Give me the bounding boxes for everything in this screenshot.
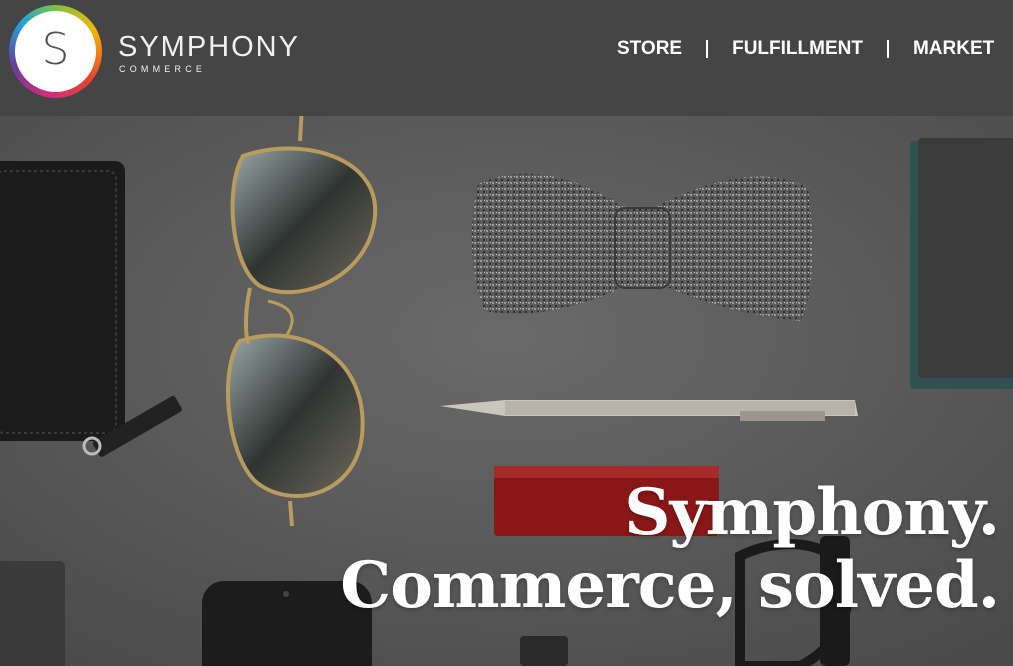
brand-wordmark[interactable]: SYMPHONY COMMERCE (118, 31, 300, 75)
hero-banner: Symphony. Commerce, solved. (0, 116, 1013, 666)
symphony-logo[interactable]: S (9, 5, 102, 98)
hero-headline-line1: Symphony. (624, 475, 1000, 550)
logo-letter: S (41, 24, 70, 75)
logo-circle: S (15, 11, 96, 92)
site-header: S SYMPHONY COMMERCE STORE FULFILLMENT MA… (0, 0, 1013, 116)
main-nav: STORE FULFILLMENT MARKET (617, 38, 994, 60)
nav-store[interactable]: STORE (617, 38, 682, 60)
nav-fulfillment[interactable]: FULFILLMENT (732, 38, 863, 60)
nav-divider (706, 40, 709, 58)
keychain-image (520, 636, 568, 666)
hero-headline: Symphony. Commerce, solved. (340, 475, 1000, 624)
notebook-image (910, 138, 1013, 389)
brand-subtitle: COMMERCE (119, 64, 207, 74)
nav-market[interactable]: MARKET (913, 38, 994, 60)
card-holder-image (0, 561, 65, 666)
nav-divider (886, 40, 889, 58)
brand-name: SYMPHONY (118, 31, 300, 63)
hero-headline-line2: Commerce, solved. (340, 548, 1000, 623)
